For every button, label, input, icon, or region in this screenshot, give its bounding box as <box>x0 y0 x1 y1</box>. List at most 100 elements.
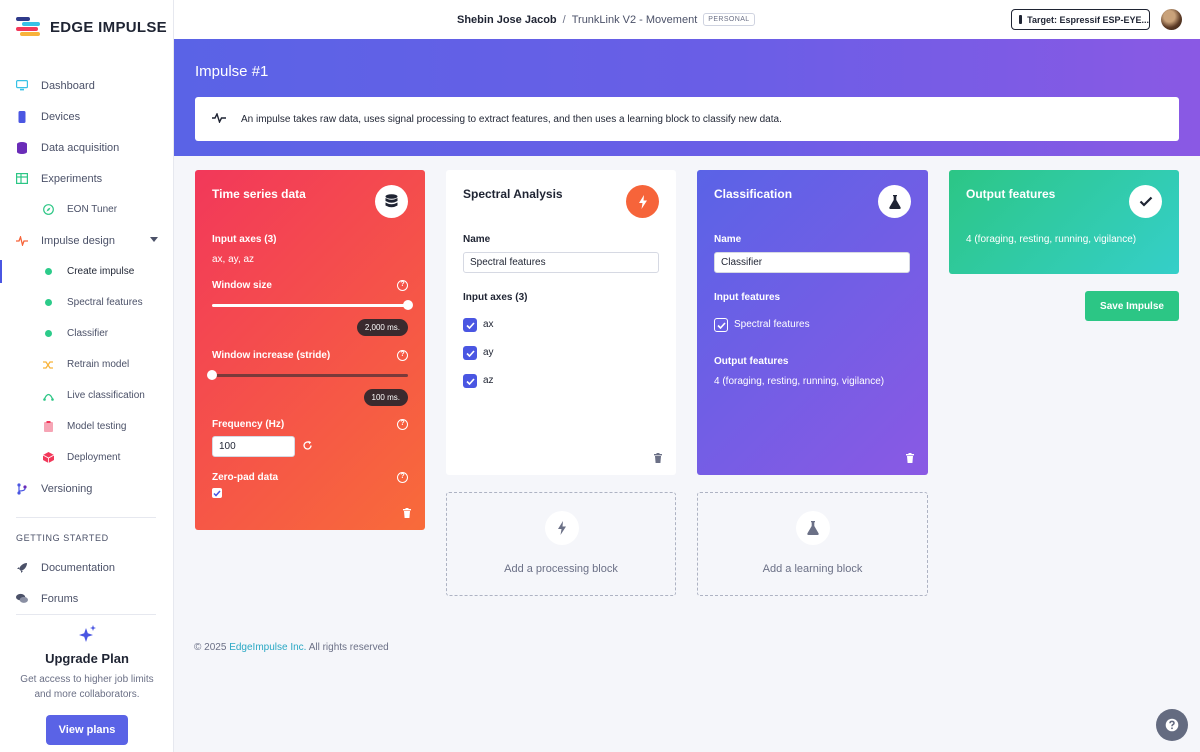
trash-icon[interactable] <box>403 508 411 518</box>
sidebar-item-experiments[interactable]: Experiments <box>0 163 174 194</box>
sidebar-item-live-classification[interactable]: Live classification <box>0 380 174 411</box>
add-learning-block-button[interactable]: Add a learning block <box>697 492 928 596</box>
sidebar-item-impulse-design[interactable]: Impulse design <box>0 225 174 256</box>
classifier-name-input[interactable]: Classifier <box>714 252 910 273</box>
input-axes-label: Input axes (3) <box>463 292 528 303</box>
frequency-input[interactable]: 100 <box>212 436 295 457</box>
spectral-analysis-card: Spectral Analysis Name Spectral features… <box>446 170 676 475</box>
axis-az-label: az <box>483 375 494 386</box>
help-icon[interactable]: ? <box>397 419 408 430</box>
axis-ay-checkbox[interactable] <box>463 346 477 360</box>
status-dot-icon <box>42 266 54 278</box>
sidebar-item-label: Impulse design <box>41 234 115 247</box>
save-impulse-button[interactable]: Save Impulse <box>1085 291 1179 321</box>
add-processing-block-button[interactable]: Add a processing block <box>446 492 676 596</box>
trash-icon[interactable] <box>906 453 914 463</box>
sidebar-item-deployment[interactable]: Deployment <box>0 442 174 473</box>
frequency-label: Frequency (Hz) <box>212 419 285 430</box>
zero-pad-label: Zero-pad data <box>212 472 279 483</box>
getting-started-nav: Documentation Forums <box>0 552 174 614</box>
name-label: Name <box>714 234 742 245</box>
sidebar-item-devices[interactable]: Devices <box>0 101 174 132</box>
page-header: Impulse #1 An impulse takes raw data, us… <box>174 39 1200 156</box>
sidebar: EDGE IMPULSE Dashboard Devices Data acqu… <box>0 0 174 752</box>
sidebar-item-create-impulse[interactable]: Create impulse <box>0 256 174 287</box>
breadcrumb-project[interactable]: TrunkLink V2 - Movement <box>572 14 698 26</box>
axis-ax-checkbox[interactable] <box>463 318 477 332</box>
card-title: Time series data <box>212 187 306 201</box>
flask-icon <box>796 511 830 545</box>
sidebar-item-forums[interactable]: Forums <box>0 583 174 614</box>
target-label: Target: Espressif ESP-EYE... <box>1027 14 1149 25</box>
brand-logo[interactable]: EDGE IMPULSE <box>16 17 167 37</box>
sidebar-item-classifier[interactable]: Classifier <box>0 318 174 349</box>
zero-pad-checkbox[interactable] <box>212 488 222 498</box>
network-icon <box>42 390 54 402</box>
footer-company-link[interactable]: EdgeImpulse Inc. <box>229 642 306 653</box>
help-icon[interactable]: ? <box>397 280 408 291</box>
git-branch-icon <box>16 482 28 495</box>
sidebar-divider <box>16 517 156 518</box>
sidebar-item-label: Model testing <box>67 421 127 432</box>
sidebar-item-label: Spectral features <box>67 297 143 308</box>
help-button[interactable] <box>1156 709 1188 741</box>
flask-icon <box>878 185 911 218</box>
output-features-value: 4 (foraging, resting, running, vigilance… <box>966 234 1137 245</box>
sidebar-item-retrain-model[interactable]: Retrain model <box>0 349 174 380</box>
pulse-icon <box>16 235 28 247</box>
window-size-slider[interactable] <box>212 300 413 310</box>
table-icon <box>16 173 28 185</box>
footer-copyright: © 2025 <box>194 642 227 653</box>
checkmark-icon <box>1129 185 1162 218</box>
lightning-icon <box>545 511 579 545</box>
slider-handle[interactable] <box>403 300 413 310</box>
input-axes-value: ax, ay, az <box>212 254 255 265</box>
status-dot-icon <box>42 297 54 309</box>
output-features-value: 4 (foraging, resting, running, vigilance… <box>714 376 885 387</box>
name-label: Name <box>463 234 491 245</box>
view-plans-button[interactable]: View plans <box>46 715 128 745</box>
chip-icon <box>16 110 28 123</box>
output-features-label: Output features <box>714 356 789 367</box>
brand-name: EDGE IMPULSE <box>50 18 167 36</box>
compass-icon <box>42 204 54 216</box>
window-increase-slider[interactable] <box>207 370 408 380</box>
breadcrumb-separator: / <box>562 13 566 26</box>
input-feature-label: Spectral features <box>734 319 810 330</box>
sidebar-item-model-testing[interactable]: Model testing <box>0 411 174 442</box>
sidebar-item-spectral-features[interactable]: Spectral features <box>0 287 174 318</box>
edge-impulse-logo-icon <box>16 17 42 37</box>
input-features-label: Input features <box>714 292 781 303</box>
sidebar-item-label: Live classification <box>67 390 145 401</box>
sidebar-item-label: Dashboard <box>41 79 95 92</box>
personal-badge: PERSONAL <box>703 13 755 26</box>
question-icon <box>1165 718 1179 732</box>
help-icon[interactable]: ? <box>397 472 408 483</box>
sidebar-item-dashboard[interactable]: Dashboard <box>0 70 174 101</box>
axis-ax-label: ax <box>483 319 494 330</box>
axis-az-checkbox[interactable] <box>463 374 477 388</box>
sidebar-item-label: Versioning <box>41 482 93 495</box>
chevron-down-icon[interactable] <box>150 237 158 242</box>
target-device-button[interactable]: Target: Espressif ESP-EYE... <box>1011 9 1150 30</box>
slider-handle[interactable] <box>207 370 217 380</box>
avatar[interactable] <box>1161 9 1182 30</box>
sidebar-item-versioning[interactable]: Versioning <box>0 473 174 504</box>
info-text: An impulse takes raw data, uses signal p… <box>241 113 782 125</box>
card-title: Output features <box>966 187 1056 201</box>
trash-icon[interactable] <box>654 453 662 463</box>
sidebar-item-documentation[interactable]: Documentation <box>0 552 174 583</box>
sidebar-item-label: Retrain model <box>67 359 130 370</box>
status-dot-icon <box>42 328 54 340</box>
refresh-icon[interactable] <box>302 440 313 454</box>
breadcrumb-user[interactable]: Shebin Jose Jacob <box>457 14 557 26</box>
footer-rights: All rights reserved <box>308 642 389 653</box>
add-processing-block-label: Add a processing block <box>504 563 618 575</box>
chat-bubbles-icon <box>16 593 28 605</box>
window-increase-label: Window increase (stride) <box>212 350 331 361</box>
sidebar-item-eon-tuner[interactable]: EON Tuner <box>0 194 174 225</box>
sidebar-item-data-acquisition[interactable]: Data acquisition <box>0 132 174 163</box>
spectral-name-input[interactable]: Spectral features <box>463 252 659 273</box>
spectral-features-checkbox[interactable] <box>714 318 728 332</box>
help-icon[interactable]: ? <box>397 350 408 361</box>
